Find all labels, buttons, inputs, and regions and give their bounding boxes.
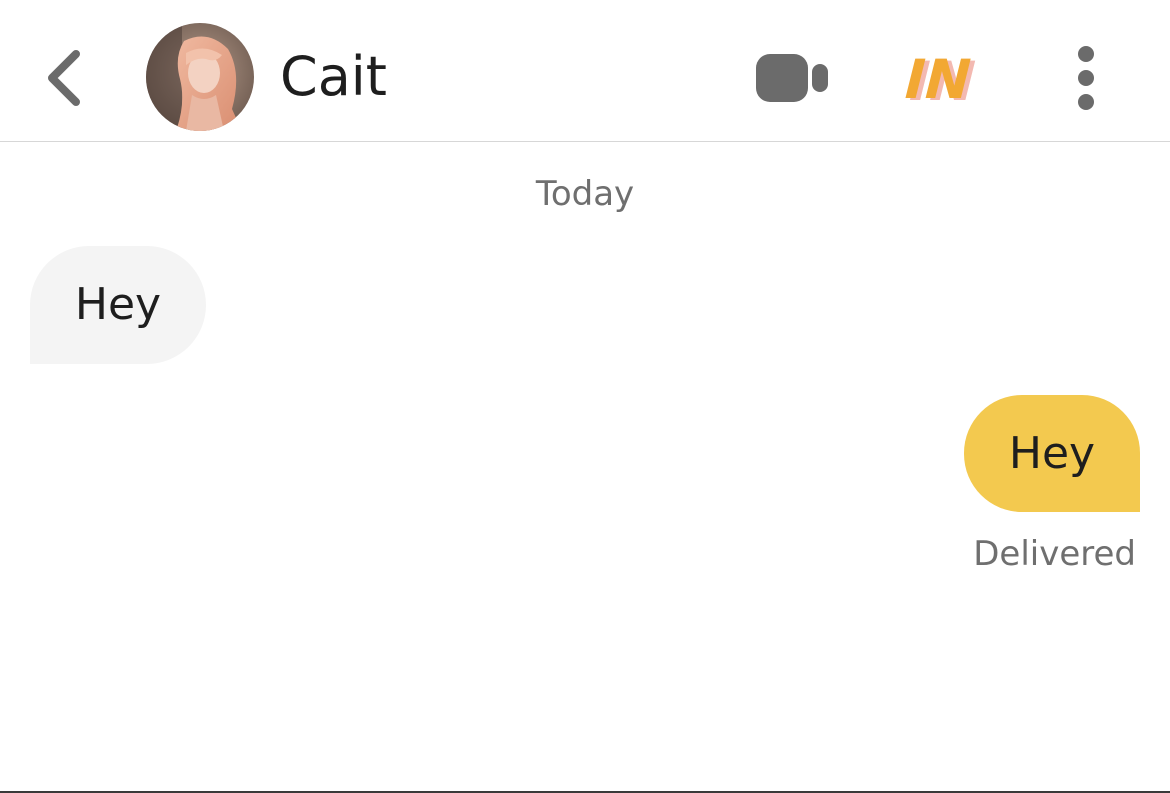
outgoing-message-bubble[interactable]: Hey	[964, 395, 1140, 512]
date-separator: Today	[535, 174, 635, 214]
chevron-left-icon	[48, 50, 80, 106]
contact-name[interactable]: Cait	[280, 40, 387, 114]
chat-header: Cait IN IN	[0, 0, 1170, 142]
avatar[interactable]	[146, 23, 254, 131]
profile-photo	[146, 23, 254, 131]
incoming-message-bubble[interactable]: Hey	[30, 246, 206, 364]
more-options-button[interactable]	[1066, 44, 1106, 112]
more-vertical-icon	[1078, 46, 1094, 110]
video-camera-icon	[756, 54, 828, 102]
back-button[interactable]	[36, 42, 92, 114]
in-badge-button[interactable]: IN IN	[897, 48, 983, 113]
in-badge-icon: IN IN	[897, 48, 983, 113]
delivery-status: Delivered	[973, 534, 1136, 574]
video-call-button[interactable]	[752, 50, 832, 106]
